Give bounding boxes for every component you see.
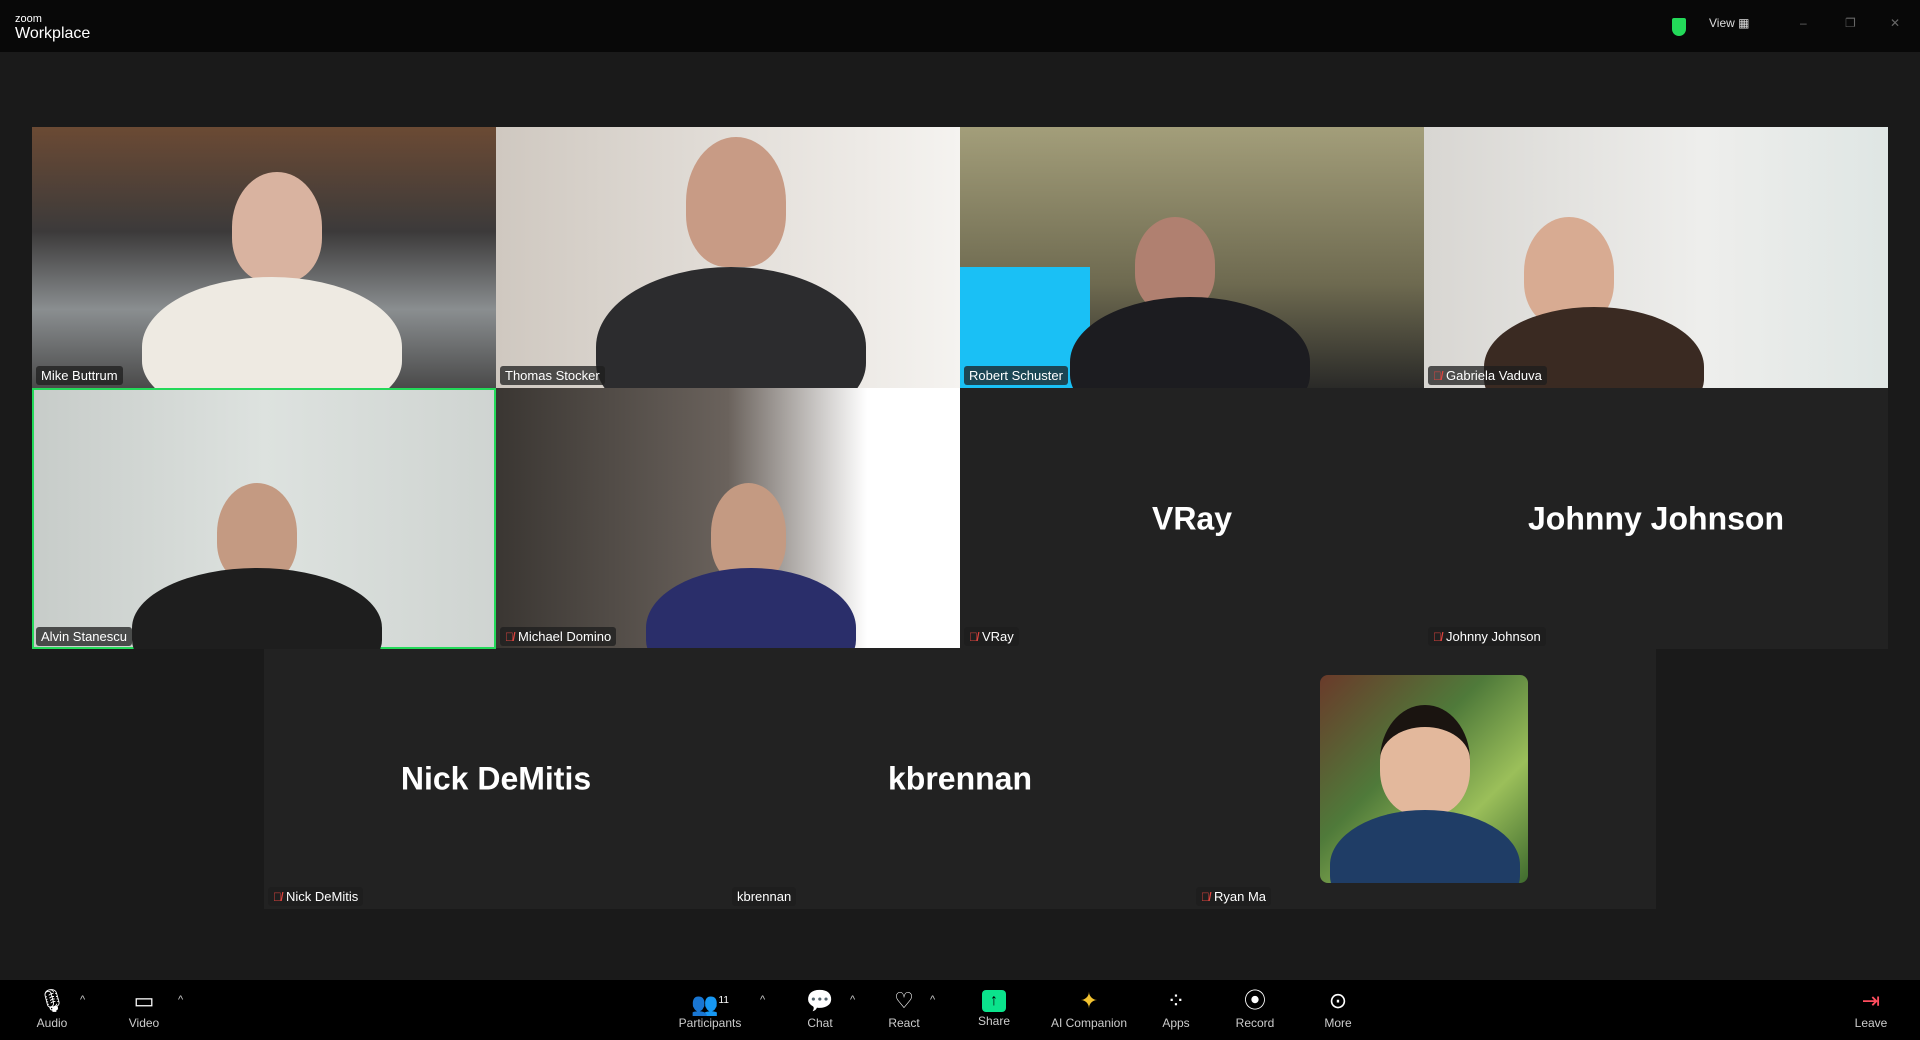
video-tile-active-speaker[interactable]: Alvin Stanescu (32, 388, 496, 649)
title-bar: zoom Workplace View ▦ – ❐ ✕ (0, 0, 1920, 52)
video-tile[interactable]: kbrennan kbrennan (728, 648, 1192, 909)
record-button[interactable]: ⦿ Record (1210, 988, 1300, 1030)
meeting-toolbar: 🎙 Audio ^ ▭ Video ^ 👥11 Participants ^ 💬 Cha… (0, 980, 1920, 1040)
name-tag: 🎙̸ Nick DeMitis (268, 887, 364, 906)
share-button[interactable]: ↑ Share (949, 988, 1039, 1028)
video-label: Video (128, 1016, 160, 1030)
apps-label: Apps (1162, 1016, 1190, 1030)
name-label: Thomas Stocker (505, 368, 600, 383)
share-label: Share (977, 1014, 1011, 1028)
name-tag: 🎙̸ Ryan Ma (1196, 887, 1272, 906)
name-label: Robert Schuster (969, 368, 1063, 383)
view-label: View (1709, 16, 1735, 30)
zoom-logo: zoom Workplace (15, 14, 90, 42)
camera-icon: ▭ (133, 988, 155, 1013)
muted-mic-icon: 🎙̸ (1433, 629, 1442, 644)
brand: Workplace (15, 25, 91, 42)
video-tile[interactable]: 🎙̸ Michael Domino (496, 388, 960, 649)
name-label: Mike Buttrum (41, 368, 118, 383)
shield-icon[interactable] (1672, 18, 1686, 36)
react-label: React (888, 1016, 920, 1030)
more-button[interactable]: ⊙ More (1293, 988, 1383, 1030)
audio-label: Audio (36, 1016, 68, 1030)
muted-mic-icon: 🎙̸ (1201, 889, 1210, 904)
ai-companion-button[interactable]: ✦ AI Companion (1044, 988, 1134, 1030)
grid-icon: ▦ (1738, 16, 1750, 30)
maximize-button[interactable]: ❐ (1845, 16, 1856, 30)
participant-display-name: VRay (1151, 500, 1233, 536)
video-tile[interactable]: Nick DeMitis 🎙̸ Nick DeMitis (264, 648, 728, 909)
close-button[interactable]: ✕ (1890, 16, 1900, 30)
name-tag: Thomas Stocker (500, 366, 605, 385)
video-tile[interactable]: Thomas Stocker (496, 127, 960, 388)
more-label: More (1324, 1016, 1352, 1030)
muted-mic-icon: 🎙̸ (1433, 368, 1442, 383)
participant-display-name: kbrennan (887, 760, 1033, 796)
name-tag: 🎙̸ VRay (964, 627, 1019, 646)
video-button[interactable]: ▭ Video (99, 988, 189, 1030)
profile-picture (1320, 675, 1528, 883)
share-icon: ↑ (982, 990, 1006, 1012)
muted-mic-icon: 🎙̸ (505, 629, 514, 644)
chat-icon: 💬 (806, 988, 834, 1013)
muted-mic-icon: 🎙̸ (969, 629, 978, 644)
chat-options-caret[interactable]: ^ (850, 994, 855, 1006)
apps-icon: ⁘ (1166, 988, 1186, 1013)
name-label: Michael Domino (518, 629, 612, 644)
name-label: Gabriela Vaduva (1446, 368, 1542, 383)
muted-mic-icon: 🎙̸ (273, 889, 282, 904)
participant-video (686, 137, 786, 267)
leave-label: Leave (1854, 1016, 1888, 1030)
video-tile[interactable]: 🎙̸ Ryan Ma (1192, 648, 1656, 909)
leave-icon: ⇥ (1861, 988, 1881, 1013)
video-options-caret[interactable]: ^ (178, 994, 183, 1006)
record-icon: ⦿ (1243, 988, 1266, 1013)
heart-icon: ♡ (894, 988, 914, 1013)
name-tag: Mike Buttrum (36, 366, 123, 385)
chat-label: Chat (807, 1016, 833, 1030)
audio-options-caret[interactable]: ^ (80, 994, 85, 1006)
leave-button[interactable]: ⇥ Leave (1826, 988, 1916, 1030)
name-label: VRay (982, 629, 1014, 644)
video-tile[interactable]: VRay 🎙̸ VRay (960, 388, 1424, 649)
name-label: Johnny Johnson (1446, 629, 1541, 644)
video-tile[interactable]: Mike Buttrum (32, 127, 496, 388)
name-tag: Robert Schuster (964, 366, 1068, 385)
name-tag: 🎙̸ Michael Domino (500, 627, 617, 646)
record-label: Record (1235, 1016, 1275, 1030)
participants-button[interactable]: 👥11 Participants (665, 988, 755, 1030)
name-label: Ryan Ma (1214, 889, 1267, 904)
participants-count: 11 (718, 995, 729, 1006)
participant-display-name: Johnny Johnson (1528, 500, 1784, 536)
apps-button[interactable]: ⁘ Apps (1131, 988, 1221, 1030)
name-tag: kbrennan (732, 887, 797, 906)
participants-icon: 👥11 (691, 991, 729, 1017)
sparkle-icon: ✦ (1079, 988, 1099, 1013)
participants-options-caret[interactable]: ^ (760, 994, 765, 1006)
name-tag: 🎙̸ Johnny Johnson (1428, 627, 1546, 646)
name-label: kbrennan (737, 889, 792, 904)
react-button[interactable]: ♡ React (859, 988, 949, 1030)
more-icon: ⊙ (1328, 988, 1348, 1013)
react-options-caret[interactable]: ^ (930, 994, 935, 1006)
name-tag: Alvin Stanescu (36, 627, 132, 646)
participants-label: Participants (678, 1016, 742, 1030)
brand-small: zoom (15, 13, 42, 25)
view-button[interactable]: View ▦ (1709, 16, 1749, 30)
ai-companion-label: AI Companion (1050, 1016, 1128, 1030)
microphone-icon: 🎙 (38, 988, 66, 1013)
video-tile[interactable]: Johnny Johnson 🎙̸ Johnny Johnson (1424, 388, 1888, 649)
minimize-button[interactable]: – (1800, 16, 1807, 30)
video-gallery: Mike Buttrum Thomas Stocker Robert Schus… (0, 52, 1920, 980)
name-tag: 🎙̸ Gabriela Vaduva (1428, 366, 1547, 385)
participant-display-name: Nick DeMitis (400, 760, 592, 796)
participant-video (232, 172, 322, 282)
name-label: Nick DeMitis (286, 889, 359, 904)
video-tile[interactable]: Robert Schuster (960, 127, 1424, 388)
name-label: Alvin Stanescu (41, 629, 127, 644)
video-tile[interactable]: 🎙̸ Gabriela Vaduva (1424, 127, 1888, 388)
